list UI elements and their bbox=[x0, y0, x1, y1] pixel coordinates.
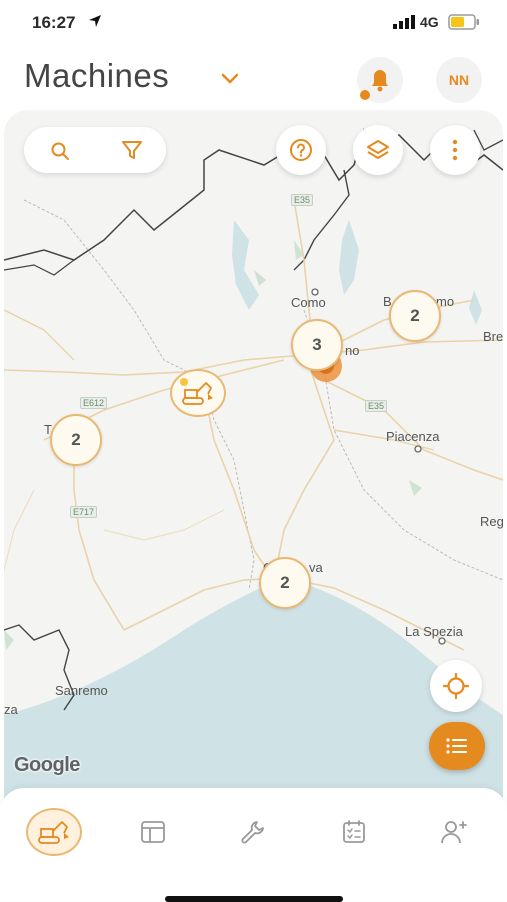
page-title[interactable]: Machines bbox=[24, 57, 169, 95]
map-label-nizza: za bbox=[4, 702, 18, 717]
google-attribution: Google bbox=[14, 754, 80, 776]
excavator-icon bbox=[38, 821, 69, 844]
cluster-marker[interactable]: 2 bbox=[50, 414, 102, 466]
home-indicator bbox=[165, 896, 343, 902]
road-shield: E717 bbox=[70, 506, 98, 518]
cluster-marker[interactable]: 2 bbox=[389, 290, 441, 342]
map-label-la-spezia: La Spezia bbox=[405, 624, 463, 639]
road-shield: E35 bbox=[291, 194, 314, 206]
map-label-piacenza: Piacenza bbox=[386, 429, 440, 444]
notification-badge bbox=[360, 90, 370, 100]
nav-add-user[interactable] bbox=[424, 804, 484, 860]
more-vertical-icon bbox=[452, 139, 458, 161]
road-shield: E612 bbox=[80, 397, 108, 409]
bottom-nav bbox=[0, 788, 507, 900]
layers-button[interactable] bbox=[353, 125, 403, 175]
more-button[interactable] bbox=[430, 125, 480, 175]
signal-icon bbox=[393, 15, 415, 29]
nav-maintenance[interactable] bbox=[223, 804, 283, 860]
map-label-reggio: Reg bbox=[480, 514, 503, 529]
map-label-sanremo: Sanremo bbox=[55, 683, 108, 698]
search-filter-pill bbox=[24, 127, 166, 173]
search-icon[interactable] bbox=[50, 141, 70, 161]
chevron-down-icon[interactable] bbox=[220, 72, 240, 86]
nav-calendar[interactable] bbox=[324, 804, 384, 860]
map-label-como: Como bbox=[291, 295, 326, 310]
help-icon bbox=[290, 139, 312, 161]
map-label-brescia: Bre bbox=[483, 329, 503, 344]
status-time: 16:27 bbox=[32, 13, 76, 32]
nav-machines[interactable] bbox=[24, 804, 84, 860]
machine-marker[interactable] bbox=[170, 369, 226, 417]
nav-dashboard[interactable] bbox=[123, 804, 183, 860]
layers-icon bbox=[367, 140, 389, 159]
add-user-icon bbox=[441, 821, 467, 844]
calendar-checklist-icon bbox=[343, 820, 365, 843]
nav-active-indicator bbox=[26, 808, 82, 856]
map-label-genova: va bbox=[309, 560, 323, 575]
wrench-icon bbox=[241, 821, 264, 844]
dashboard-icon bbox=[141, 821, 165, 843]
list-icon bbox=[446, 738, 467, 754]
road-shield: E35 bbox=[365, 400, 388, 412]
help-button[interactable] bbox=[276, 125, 326, 175]
list-view-button[interactable] bbox=[429, 722, 485, 770]
crosshair-icon bbox=[442, 672, 470, 700]
status-dot bbox=[180, 378, 188, 386]
battery-icon bbox=[448, 14, 479, 30]
location-arrow-icon bbox=[89, 15, 101, 27]
map-label-milano: no bbox=[345, 343, 360, 358]
filter-icon[interactable] bbox=[121, 140, 143, 160]
avatar[interactable]: NN bbox=[436, 57, 482, 103]
cluster-marker[interactable]: 2 bbox=[259, 557, 311, 609]
cluster-marker[interactable]: 3 bbox=[291, 319, 343, 371]
status-bar: 16:27 4G bbox=[0, 0, 507, 46]
locate-button[interactable] bbox=[430, 660, 482, 712]
network-type: 4G bbox=[420, 14, 439, 30]
